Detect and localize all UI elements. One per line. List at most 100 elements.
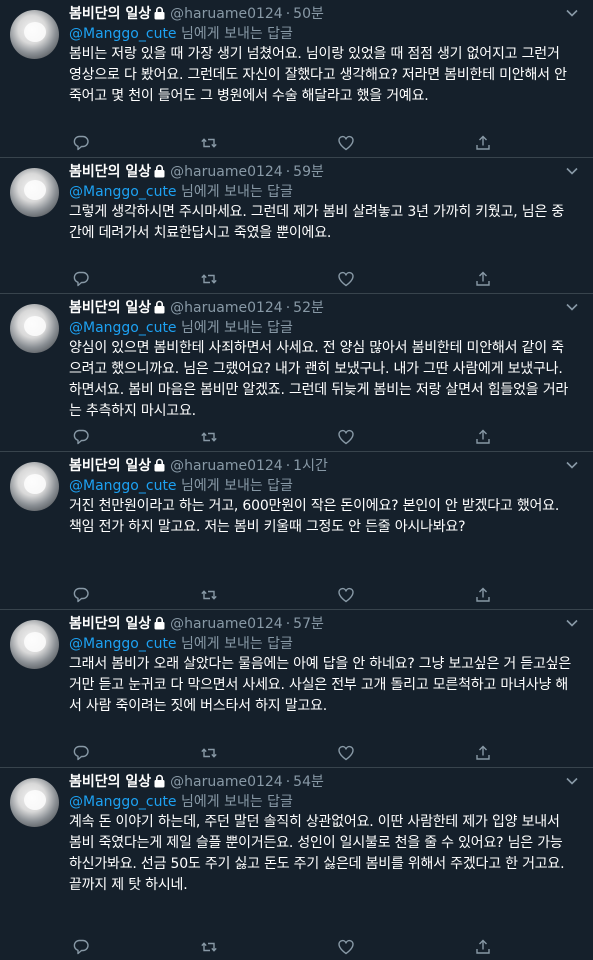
display-name[interactable]: 봄비단의 일상 [69,774,151,790]
reply-button[interactable] [72,270,90,288]
chevron-down-icon[interactable] [565,458,579,472]
tweet-text: 봄비는 저랑 있을 때 가장 생기 넘쳤어요. 님이랑 있었을 때 점점 생기 … [69,46,567,104]
tweet-header: 봄비단의 일상 @haruame0124 · 1시간 [69,456,553,476]
reply-button[interactable] [72,134,90,152]
reply-context: @Manggo_cute 님에게 보내는 답글 [69,318,293,338]
tweet-actions [69,134,575,152]
display-name[interactable]: 봄비단의 일상 [69,616,151,632]
tweet-header: 봄비단의 일상 @haruame0124 · 57분 [69,614,553,634]
tweet-time[interactable]: 59분 [293,164,324,180]
share-button[interactable] [474,586,492,604]
chevron-down-icon[interactable] [565,616,579,630]
like-icon [338,271,354,287]
retweet-icon [201,748,217,758]
avatar[interactable] [10,620,59,669]
mention-link[interactable]: @Manggo_cute [69,184,177,200]
reply-button[interactable] [72,586,90,604]
display-name[interactable]: 봄비단의 일상 [69,164,151,180]
share-icon [476,271,490,286]
share-button[interactable] [474,428,492,446]
reply-button[interactable] [72,744,90,762]
tweet-time[interactable]: 50분 [293,6,324,22]
separator-dot: · [285,458,291,474]
tweet-actions [69,270,575,288]
avatar[interactable] [10,304,59,353]
tweet-time[interactable]: 1시간 [293,458,328,474]
retweet-button[interactable] [200,744,218,762]
retweet-button[interactable] [200,134,218,152]
share-icon [476,939,490,954]
reply-context: @Manggo_cute 님에게 보내는 답글 [69,24,293,44]
reply-context-label: 님에게 보내는 답글 [181,26,293,42]
retweet-button[interactable] [200,938,218,956]
share-button[interactable] [474,938,492,956]
display-name[interactable]: 봄비단의 일상 [69,458,151,474]
retweet-button[interactable] [200,586,218,604]
retweet-button[interactable] [200,270,218,288]
display-name[interactable]: 봄비단의 일상 [69,300,151,316]
mention-link[interactable]: @Manggo_cute [69,636,177,652]
avatar[interactable] [10,462,59,511]
like-button[interactable] [337,270,355,288]
tweet[interactable]: 봄비단의 일상 @haruame0124 · 52분 @Manggo_cute 님에게… [0,294,593,452]
separator-dot: · [285,6,291,22]
reply-icon [73,939,89,955]
tweet-actions [69,938,575,956]
share-button[interactable] [474,744,492,762]
reply-context-label: 님에게 보내는 답글 [181,794,293,810]
reply-context-label: 님에게 보내는 답글 [181,636,293,652]
user-handle[interactable]: @haruame0124 [170,300,283,316]
chevron-down-icon[interactable] [565,164,579,178]
share-button[interactable] [474,134,492,152]
lock-icon [154,300,165,314]
like-icon [338,587,354,603]
share-button[interactable] [474,270,492,288]
user-handle[interactable]: @haruame0124 [170,774,283,790]
chevron-down-icon[interactable] [565,300,579,314]
retweet-button[interactable] [200,428,218,446]
avatar[interactable] [10,168,59,217]
tweet-text: 계속 돈 이야기 하는데, 주던 말던 솔직히 상관없어요. 이딴 사람한테 제… [69,814,565,893]
like-button[interactable] [337,744,355,762]
mention-link[interactable]: @Manggo_cute [69,794,177,810]
user-handle[interactable]: @haruame0124 [170,6,283,22]
tweet[interactable]: 봄비단의 일상 @haruame0124 · 1시간 @Manggo_cute 님에게… [0,452,593,610]
like-button[interactable] [337,428,355,446]
lock-icon [154,164,165,178]
reply-context: @Manggo_cute 님에게 보내는 답글 [69,476,293,496]
avatar[interactable] [10,10,59,59]
reply-context: @Manggo_cute 님에게 보내는 답글 [69,792,293,812]
user-handle[interactable]: @haruame0124 [170,616,283,632]
share-icon [476,135,490,150]
retweet-icon [201,942,217,952]
like-button[interactable] [337,938,355,956]
like-button[interactable] [337,586,355,604]
tweet[interactable]: 봄비단의 일상 @haruame0124 · 54분 @Manggo_cute 님에게… [0,768,593,955]
mention-link[interactable]: @Manggo_cute [69,320,177,336]
retweet-icon [201,432,217,442]
like-button[interactable] [337,134,355,152]
mention-link[interactable]: @Manggo_cute [69,26,177,42]
tweet-text: 거진 천만원이라고 하는 거고, 600만원이 작은 돈이에요? 본인이 안 받… [69,498,560,535]
reply-button[interactable] [72,428,90,446]
tweet[interactable]: 봄비단의 일상 @haruame0124 · 57분 @Manggo_cute 님에게… [0,610,593,768]
tweet[interactable]: 봄비단의 일상 @haruame0124 · 50분 @Manggo_cute 님에게… [0,0,593,158]
share-icon [476,587,490,602]
separator-dot: · [285,774,291,790]
tweet-time[interactable]: 52분 [293,300,324,316]
user-handle[interactable]: @haruame0124 [170,458,283,474]
tweet-actions [69,744,575,762]
chevron-down-icon[interactable] [565,6,579,20]
tweet-header: 봄비단의 일상 @haruame0124 · 52분 [69,298,553,318]
tweet-header: 봄비단의 일상 @haruame0124 · 54분 [69,772,553,792]
chevron-down-icon[interactable] [565,774,579,788]
reply-icon [73,745,89,761]
tweet-time[interactable]: 54분 [293,774,324,790]
reply-button[interactable] [72,938,90,956]
tweet[interactable]: 봄비단의 일상 @haruame0124 · 59분 @Manggo_cute 님에게… [0,158,593,294]
avatar[interactable] [10,778,59,827]
mention-link[interactable]: @Manggo_cute [69,478,177,494]
tweet-time[interactable]: 57분 [293,616,324,632]
user-handle[interactable]: @haruame0124 [170,164,283,180]
display-name[interactable]: 봄비단의 일상 [69,6,151,22]
